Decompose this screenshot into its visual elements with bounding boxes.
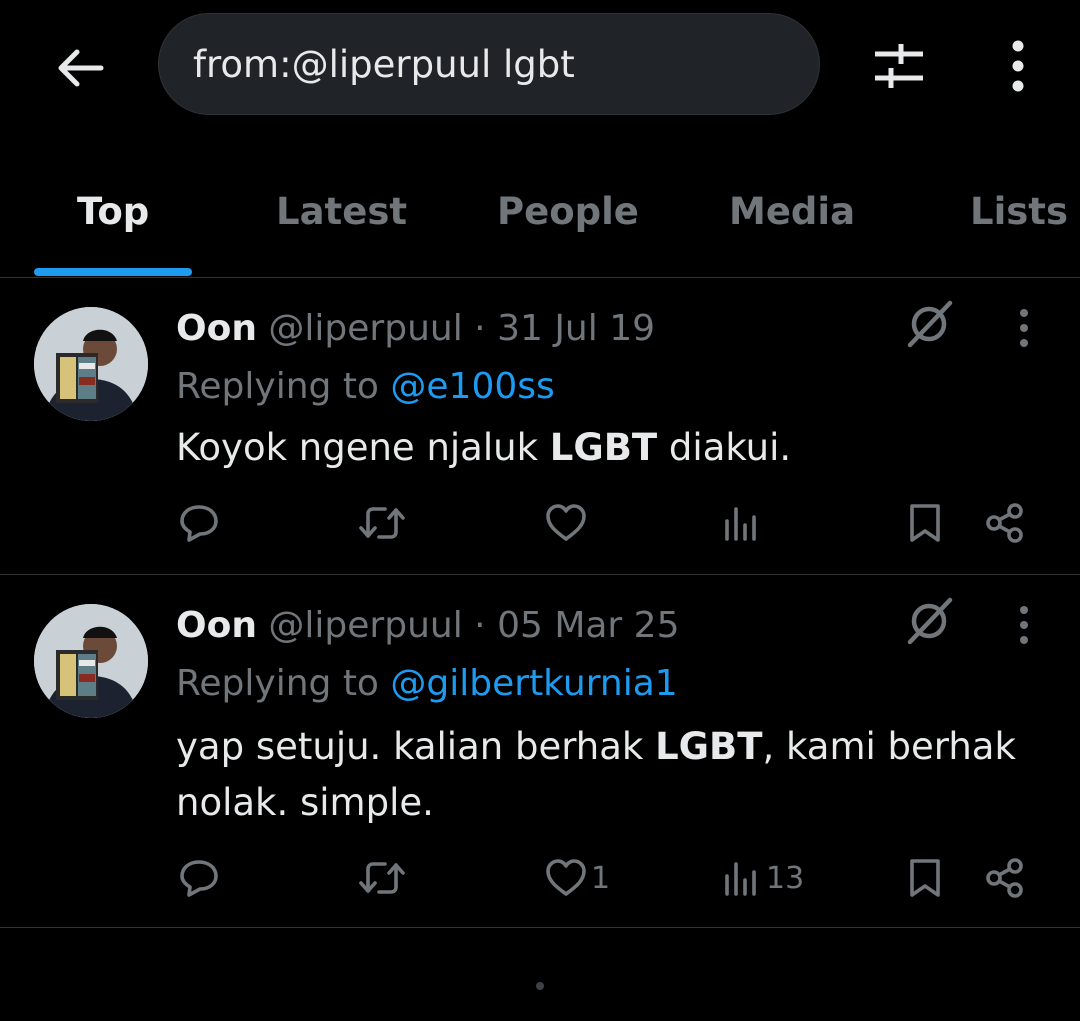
tab-top[interactable]: Top (77, 190, 149, 233)
views-button[interactable] (722, 495, 766, 551)
reply-icon (180, 860, 218, 897)
username[interactable]: @liperpuul (268, 308, 462, 349)
bookmark-button[interactable] (906, 850, 944, 906)
more-options-button[interactable] (994, 36, 1042, 96)
bookmark-icon (910, 504, 940, 542)
heart-icon (546, 504, 586, 541)
tweet-date[interactable]: 05 Mar 25 (497, 605, 679, 646)
views-count: 13 (766, 860, 805, 896)
like-button[interactable]: 1 (545, 850, 610, 906)
tab-media[interactable]: Media (729, 190, 855, 233)
tweet-actions (0, 495, 1080, 551)
tweet[interactable]: Oon @liperpuul · 05 Mar 25 Replying to @… (0, 575, 1080, 928)
tweet-actions: 1 13 (0, 850, 1080, 906)
tweet-text: yap setuju. kalian berhak LGBT, kami ber… (176, 719, 1046, 831)
tweet-date[interactable]: 31 Jul 19 (497, 308, 655, 349)
more-vertical-icon (1020, 309, 1028, 347)
tweet-header: Oon @liperpuul · 31 Jul 19 (176, 308, 655, 349)
tweet-header: Oon @liperpuul · 05 Mar 25 (176, 605, 680, 646)
retweet-icon (359, 862, 405, 894)
top-bar (0, 0, 1080, 130)
sliders-icon (875, 44, 923, 88)
share-button[interactable] (984, 495, 1026, 551)
scroll-indicator (536, 982, 544, 990)
tweet-text-highlight: LGBT (655, 725, 763, 768)
retweet-button[interactable] (358, 850, 406, 906)
back-button[interactable] (50, 40, 110, 96)
mention-link[interactable]: @gilbertkurnia1 (390, 663, 677, 704)
search-filter-button[interactable] (866, 36, 932, 96)
retweet-icon (359, 507, 405, 539)
views-icon (725, 862, 756, 896)
heart-icon (546, 859, 586, 896)
search-bar[interactable] (158, 13, 820, 115)
reply-button[interactable] (178, 850, 220, 906)
separator: · (462, 308, 498, 349)
tab-people[interactable]: People (497, 190, 639, 233)
tweet-text-part: diakui. (657, 426, 792, 469)
replying-to: Replying to @gilbertkurnia1 (176, 663, 678, 704)
back-arrow-icon (58, 49, 104, 87)
grok-icon (907, 597, 953, 645)
mention-link[interactable]: @e100ss (390, 366, 554, 407)
bookmark-icon (910, 859, 940, 897)
like-count: 1 (591, 860, 611, 896)
username[interactable]: @liperpuul (268, 605, 462, 646)
display-name[interactable]: Oon (176, 308, 257, 349)
share-icon (986, 503, 1023, 543)
reply-button[interactable] (178, 495, 220, 551)
tweet-more-button[interactable] (1004, 597, 1044, 653)
grok-button[interactable] (902, 593, 958, 649)
retweet-button[interactable] (358, 495, 406, 551)
active-tab-indicator (34, 268, 192, 276)
more-vertical-icon (1012, 40, 1024, 92)
views-button[interactable]: 13 (722, 850, 804, 906)
share-icon (986, 858, 1023, 898)
display-name[interactable]: Oon (176, 605, 257, 646)
reply-icon (180, 505, 218, 542)
replying-to-label: Replying to (176, 366, 391, 407)
avatar[interactable] (34, 604, 148, 718)
replying-to: Replying to @e100ss (176, 366, 555, 407)
tab-lists[interactable]: Lists (970, 190, 1068, 233)
tweet-text-part: Koyok ngene njaluk (176, 426, 550, 469)
bookmark-button[interactable] (906, 495, 944, 551)
tweet-text: Koyok ngene njaluk LGBT diakui. (176, 420, 1046, 476)
like-button[interactable] (545, 495, 591, 551)
tweet-more-button[interactable] (1004, 300, 1044, 356)
avatar-image (34, 307, 148, 421)
grok-button[interactable] (902, 296, 958, 352)
search-input[interactable] (193, 42, 819, 86)
tweet-text-highlight: LGBT (549, 426, 658, 469)
tab-latest[interactable]: Latest (276, 190, 407, 233)
avatar[interactable] (34, 307, 148, 421)
more-vertical-icon (1020, 606, 1028, 644)
views-icon (725, 507, 756, 541)
tweet-text-part: yap setuju. kalian berhak (176, 725, 656, 768)
avatar-image (34, 604, 148, 718)
replying-to-label: Replying to (176, 663, 391, 704)
search-tabs: Top Latest People Media Lists (0, 160, 1080, 278)
grok-icon (907, 300, 953, 348)
separator: · (462, 605, 498, 646)
share-button[interactable] (984, 850, 1026, 906)
tweet[interactable]: Oon @liperpuul · 31 Jul 19 Replying to @… (0, 278, 1080, 575)
